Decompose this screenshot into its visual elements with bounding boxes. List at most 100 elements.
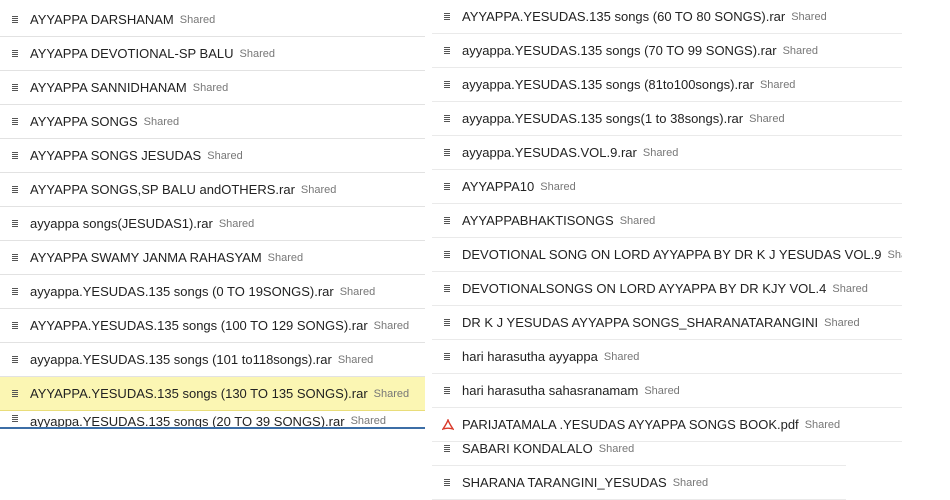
shared-badge: Shared — [791, 10, 827, 23]
shared-badge: Shared — [192, 81, 229, 94]
shared-badge: Shared — [804, 418, 841, 431]
document-icon — [442, 181, 454, 193]
file-row[interactable]: SHARANA TARANGINI_YESUDAS Shared — [432, 466, 846, 500]
document-icon — [442, 477, 454, 489]
file-row[interactable]: AYYAPPA SONGS JESUDAS Shared — [0, 139, 425, 173]
document-icon — [442, 385, 454, 397]
document-icon — [442, 317, 454, 329]
file-name[interactable]: AYYAPPA SANNIDHANAM — [30, 80, 187, 95]
shared-badge: Shared — [207, 149, 243, 162]
file-row[interactable]: ayyappa.YESUDAS.135 songs (70 TO 99 SONG… — [432, 34, 902, 68]
document-icon — [10, 14, 22, 26]
file-row[interactable]: ayyappa.YESUDAS.135 songs (20 TO 39 SONG… — [0, 411, 425, 429]
shared-badge: Shared — [339, 285, 376, 298]
shared-badge: Shared — [239, 47, 275, 60]
file-name[interactable]: ayyappa.YESUDAS.135 songs(1 to 38songs).… — [462, 111, 743, 126]
shared-badge: Shared — [373, 387, 410, 400]
file-name[interactable]: hari harasutha sahasranamam — [462, 383, 638, 398]
file-name[interactable]: AYYAPPA DEVOTIONAL-SP BALU — [30, 46, 234, 61]
file-row[interactable]: AYYAPPA SANNIDHANAM Shared — [0, 71, 425, 105]
file-row[interactable]: ayyappa.YESUDAS.135 songs (81to100songs)… — [432, 68, 902, 102]
file-row[interactable]: AYYAPPA10 Shared — [432, 170, 902, 204]
file-name[interactable]: ayyappa.YESUDAS.VOL.9.rar — [462, 145, 637, 160]
file-row[interactable]: ayyappa.YESUDAS.135 songs (101 to118song… — [0, 343, 425, 377]
document-icon — [10, 354, 22, 366]
shared-badge: Shared — [373, 319, 410, 332]
file-name[interactable]: hari harasutha ayyappa — [462, 349, 598, 364]
file-name[interactable]: AYYAPPABHAKTISONGS — [462, 213, 614, 228]
document-icon — [10, 286, 22, 298]
file-name[interactable]: SABARI KONDALALO — [462, 441, 593, 456]
file-name[interactable]: PARIJATAMALA .YESUDAS AYYAPPA SONGS BOOK… — [462, 417, 799, 432]
file-row[interactable]: hari harasutha sahasranamam Shared — [432, 374, 902, 408]
shared-badge: Shared — [832, 282, 868, 295]
shared-badge: Shared — [887, 248, 902, 261]
file-row[interactable]: AYYAPPA DEVOTIONAL-SP BALU Shared — [0, 37, 425, 71]
shared-badge: Shared — [642, 146, 679, 159]
document-icon — [442, 249, 454, 261]
file-name[interactable]: AYYAPPA10 — [462, 179, 534, 194]
document-icon — [10, 150, 22, 162]
file-row[interactable]: ayyappa.YESUDAS.VOL.9.rar Shared — [432, 136, 902, 170]
file-name[interactable]: DEVOTIONAL SONG ON LORD AYYAPPA BY DR K … — [462, 247, 882, 262]
file-row[interactable]: DEVOTIONALSONGS ON LORD AYYAPPA BY DR KJ… — [432, 272, 902, 306]
file-name[interactable]: SHARANA TARANGINI_YESUDAS — [462, 475, 667, 490]
shared-badge: Shared — [300, 183, 337, 196]
file-row[interactable]: ayyappa.YESUDAS.135 songs(1 to 38songs).… — [432, 102, 902, 136]
document-icon — [10, 184, 22, 196]
shared-badge: Shared — [267, 251, 304, 264]
document-icon — [442, 147, 454, 159]
shared-badge: Shared — [619, 214, 656, 227]
document-icon — [10, 413, 22, 425]
document-icon — [442, 283, 454, 295]
shared-badge: Shared — [672, 476, 709, 489]
file-name[interactable]: AYYAPPA SONGS — [30, 114, 138, 129]
shared-badge: Shared — [782, 44, 819, 57]
document-icon — [442, 443, 454, 455]
file-name[interactable]: AYYAPPA SWAMY JANMA RAHASYAM — [30, 250, 262, 265]
file-name[interactable]: AYYAPPA.YESUDAS.135 songs (100 TO 129 SO… — [30, 318, 368, 333]
file-name[interactable]: ayyappa.YESUDAS.135 songs (81to100songs)… — [462, 77, 754, 92]
file-name[interactable]: ayyappa.YESUDAS.135 songs (20 TO 39 SONG… — [30, 414, 345, 428]
file-row[interactable]: hari harasutha ayyappa Shared — [432, 340, 902, 374]
file-name[interactable]: ayyappa.YESUDAS.135 songs (101 to118song… — [30, 352, 332, 367]
document-icon — [10, 252, 22, 264]
document-icon — [10, 116, 22, 128]
file-name[interactable]: AYYAPPA SONGS,SP BALU andOTHERS.rar — [30, 182, 295, 197]
file-row[interactable]: AYYAPPA SONGS Shared — [0, 105, 425, 139]
document-icon — [442, 215, 454, 227]
file-name[interactable]: ayyappa.YESUDAS.135 songs (70 TO 99 SONG… — [462, 43, 777, 58]
file-row[interactable]: DEVOTIONAL SONG ON LORD AYYAPPA BY DR K … — [432, 238, 902, 272]
file-name[interactable]: AYYAPPA.YESUDAS.135 songs (60 TO 80 SONG… — [462, 9, 785, 24]
file-name[interactable]: DR K J YESUDAS AYYAPPA SONGS_SHARANATARA… — [462, 315, 818, 330]
document-icon — [442, 79, 454, 91]
shared-badge: Shared — [143, 115, 180, 128]
file-name[interactable]: ayyappa.YESUDAS.135 songs (0 TO 19SONGS)… — [30, 284, 334, 299]
document-icon — [10, 48, 22, 60]
file-row[interactable]: DR K J YESUDAS AYYAPPA SONGS_SHARANATARA… — [432, 306, 902, 340]
file-row[interactable]: AYYAPPA SONGS,SP BALU andOTHERS.rar Share… — [0, 173, 425, 207]
file-name[interactable]: AYYAPPA SONGS JESUDAS — [30, 148, 201, 163]
document-icon — [442, 113, 454, 125]
document-icon — [10, 320, 22, 332]
file-row[interactable]: SABARI KONDALALO Shared — [432, 432, 846, 466]
file-name[interactable]: AYYAPPA.YESUDAS.135 songs (130 TO 135 SO… — [30, 386, 368, 401]
shared-badge: Shared — [598, 442, 635, 455]
file-row[interactable]: AYYAPPA DARSHANAM Shared — [0, 3, 425, 37]
document-icon — [442, 11, 454, 23]
pdf-icon — [442, 418, 454, 431]
file-name[interactable]: AYYAPPA DARSHANAM — [30, 12, 174, 27]
file-row[interactable]: AYYAPPA.YESUDAS.135 songs (100 TO 129 SO… — [0, 309, 425, 343]
file-name[interactable]: DEVOTIONALSONGS ON LORD AYYAPPA BY DR KJ… — [462, 281, 826, 296]
file-row[interactable]: ayyappa.YESUDAS.135 songs (0 TO 19SONGS)… — [0, 275, 425, 309]
file-row[interactable]: AYYAPPA.YESUDAS.135 songs (60 TO 80 SONG… — [432, 0, 902, 34]
shared-badge: Shared — [540, 180, 576, 193]
file-name[interactable]: ayyappa songs(JESUDAS1).rar — [30, 216, 213, 231]
file-row[interactable]: AYYAPPA.YESUDAS.135 songs (130 TO 135 SO… — [0, 377, 425, 411]
file-row[interactable]: AYYAPPA SWAMY JANMA RAHASYAM Shared — [0, 241, 425, 275]
file-row[interactable]: ayyappa songs(JESUDAS1).rar Shared — [0, 207, 425, 241]
document-icon — [10, 82, 22, 94]
shared-badge: Shared — [759, 78, 796, 91]
shared-badge: Shared — [218, 217, 255, 230]
file-row[interactable]: AYYAPPABHAKTISONGS Shared — [432, 204, 902, 238]
